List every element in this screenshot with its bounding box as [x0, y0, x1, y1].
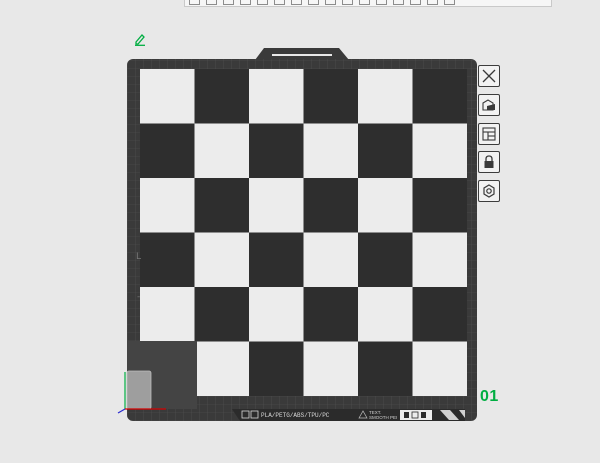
dark-square	[303, 178, 358, 233]
filament-types-label: PLA/PETG/ABS/TPU/PC	[261, 412, 330, 419]
dark-square	[249, 232, 304, 287]
dark-square	[249, 123, 304, 178]
light-square	[358, 287, 413, 342]
dark-square	[249, 341, 304, 396]
arrange-plate-icon	[482, 127, 496, 141]
dark-square	[140, 123, 195, 178]
light-square	[303, 341, 358, 396]
left-edge-mark-2: -	[137, 292, 141, 302]
light-square	[249, 178, 304, 233]
dark-square	[358, 232, 413, 287]
pick-plate-button[interactable]	[478, 94, 500, 116]
plate-top-tab-slot	[272, 54, 332, 56]
plate-settings-button[interactable]	[478, 180, 500, 202]
plate-settings-icon	[483, 184, 495, 198]
light-square	[303, 232, 358, 287]
dark-square	[194, 178, 249, 233]
arrange-plate-button[interactable]	[478, 123, 500, 145]
lock-plate-icon	[484, 155, 494, 168]
close-plate-icon	[482, 69, 496, 83]
light-square	[358, 69, 413, 124]
dark-square	[303, 287, 358, 342]
dark-square	[303, 69, 358, 124]
left-edge-mark-1: L	[136, 252, 142, 262]
light-square	[140, 69, 195, 124]
light-square	[303, 123, 358, 178]
plate-status-icon-1	[404, 412, 409, 418]
light-square	[249, 287, 304, 342]
light-square	[412, 341, 467, 396]
plate-surface-label-2: SMOOTH PEI	[369, 415, 397, 420]
dark-square	[358, 341, 413, 396]
pick-plate-icon	[482, 99, 495, 111]
build-plate[interactable]: PLA/PETG/ABS/TPU/PC TEXT. SMOOTH PEI	[0, 0, 600, 463]
plate-number: 01	[480, 388, 499, 405]
light-square	[358, 178, 413, 233]
light-square	[140, 178, 195, 233]
light-square	[140, 287, 195, 342]
dark-square	[412, 69, 467, 124]
y-axis	[117, 408, 126, 414]
origin-region-box	[126, 370, 152, 410]
close-plate-button[interactable]	[478, 65, 500, 87]
light-square	[194, 123, 249, 178]
dark-square	[412, 287, 467, 342]
plate-status-icon-3	[421, 412, 426, 418]
light-square	[194, 232, 249, 287]
light-square	[249, 69, 304, 124]
light-square	[412, 232, 467, 287]
dark-square	[358, 123, 413, 178]
light-square	[412, 123, 467, 178]
lock-plate-button[interactable]	[478, 151, 500, 173]
dark-square	[194, 69, 249, 124]
dark-square	[140, 232, 195, 287]
dark-square	[412, 178, 467, 233]
dark-square	[194, 287, 249, 342]
light-square	[194, 341, 249, 396]
